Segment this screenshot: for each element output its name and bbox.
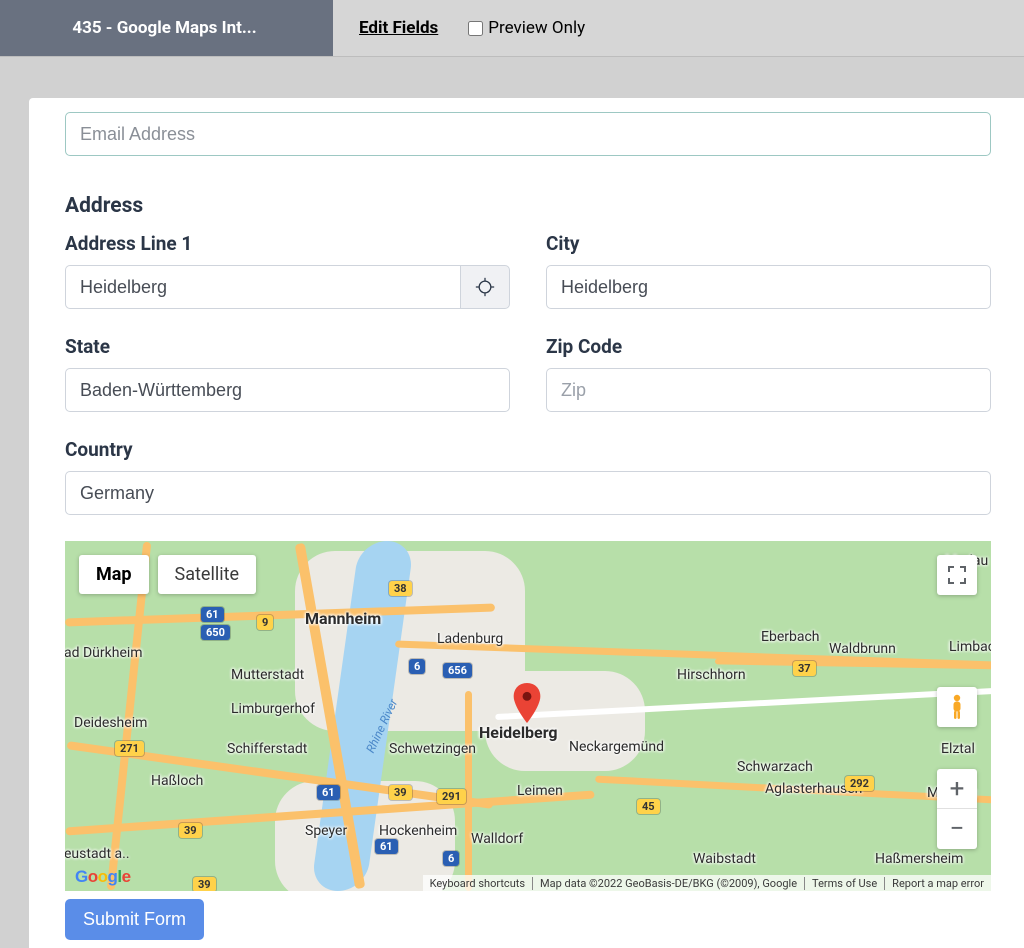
address-row-2: State Zip Code [65, 335, 991, 412]
keyboard-shortcuts-link[interactable]: Keyboard shortcuts [423, 877, 532, 890]
addr1-col: Address Line 1 [65, 232, 510, 309]
city-elztal: Elztal [941, 741, 975, 757]
zip-label: Zip Code [546, 335, 991, 358]
preview-only-label: Preview Only [488, 18, 585, 38]
submit-button[interactable]: Submit Form [65, 899, 204, 940]
city-field[interactable] [546, 265, 991, 309]
shield-45: 45 [637, 799, 660, 814]
state-label: State [65, 335, 510, 358]
country-label: Country [65, 438, 991, 461]
shield-39-c: 39 [193, 877, 216, 891]
city-walldorf: Walldorf [471, 831, 523, 847]
city-waldbrunn: Waldbrunn [829, 641, 896, 657]
city-waibstadt: Waibstadt [693, 851, 756, 867]
map-type-satellite-button[interactable]: Satellite [158, 555, 256, 594]
address-section-title: Address [65, 194, 991, 218]
country-row: Country [65, 438, 991, 515]
crosshair-icon [475, 277, 495, 297]
map-type-map-button[interactable]: Map [79, 555, 149, 594]
fullscreen-icon [948, 566, 966, 584]
map-attribution: Map data ©2022 GeoBasis-DE/BKG (©2009), … [532, 877, 804, 890]
country-field[interactable] [65, 471, 991, 515]
zip-field[interactable] [546, 368, 991, 412]
map-footer: Keyboard shortcuts Map data ©2022 GeoBas… [423, 875, 991, 891]
email-field[interactable] [65, 112, 991, 156]
map-type-control: Map Satellite [79, 555, 256, 594]
form-panel: Address Address Line 1 City [29, 98, 1024, 948]
edit-fields-link[interactable]: Edit Fields [359, 18, 438, 38]
city-mutterstadt: Mutterstadt [231, 667, 304, 683]
pegman-button[interactable] [937, 687, 977, 727]
city-hassloch: Haßloch [151, 773, 203, 789]
locate-button[interactable] [460, 265, 510, 309]
map[interactable]: Mannheim Heidelberg Ladenburg Mutterstad… [65, 541, 991, 891]
header-tab-title[interactable]: 435 - Google Maps Int... [0, 0, 333, 56]
report-map-error-link[interactable]: Report a map error [884, 877, 991, 890]
city-deidesheim: Deidesheim [74, 715, 147, 731]
addr1-field[interactable] [65, 265, 460, 309]
pegman-icon [947, 694, 967, 720]
address-row-1: Address Line 1 City [65, 232, 991, 309]
addr1-label: Address Line 1 [65, 232, 510, 255]
zoom-out-button[interactable]: − [937, 809, 977, 849]
city-schifferstadt: Schifferstadt [227, 741, 307, 757]
city-schwarzach: Schwarzach [737, 759, 813, 775]
map-fullscreen-button[interactable] [937, 555, 977, 595]
state-field[interactable] [65, 368, 510, 412]
header-bar: 435 - Google Maps Int... Edit Fields Pre… [0, 0, 1024, 57]
city-limbac: Limbac [949, 639, 991, 655]
city-eustadt: eustadt a.. [65, 846, 130, 862]
shield-650: 650 [201, 625, 230, 640]
zip-col: Zip Code [546, 335, 991, 412]
zoom-in-button[interactable]: + [937, 769, 977, 809]
city-label: City [546, 232, 991, 255]
state-col: State [65, 335, 510, 412]
preview-only-checkbox[interactable] [468, 21, 483, 36]
city-hassmersheim: Haßmersheim [875, 851, 963, 867]
map-zoom-control: + − [937, 769, 977, 849]
city-schwetzingen: Schwetzingen [389, 741, 476, 757]
terms-of-use-link[interactable]: Terms of Use [804, 877, 884, 890]
city-hirschhorn: Hirschhorn [677, 667, 746, 683]
preview-only-wrapper[interactable]: Preview Only [468, 18, 585, 38]
city-col: City [546, 232, 991, 309]
city-eberbach: Eberbach [761, 629, 820, 645]
